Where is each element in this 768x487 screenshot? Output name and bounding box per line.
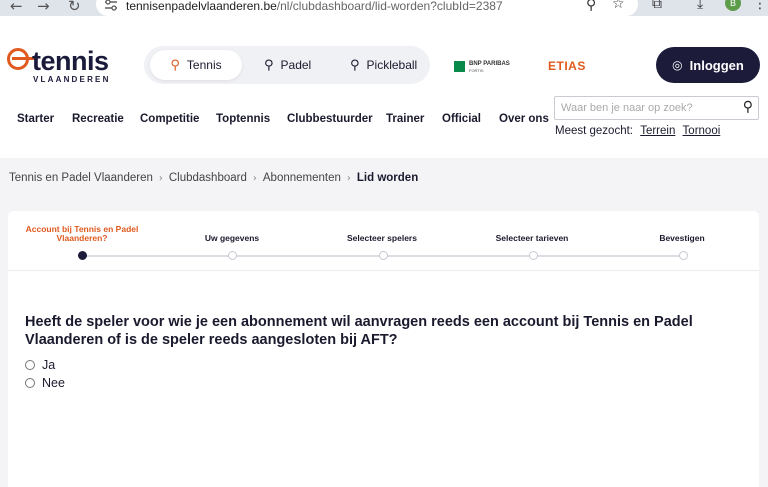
search-input[interactable] bbox=[561, 100, 733, 116]
menu-icon[interactable]: ⋮ bbox=[753, 0, 767, 12]
option-label: Ja bbox=[42, 358, 56, 372]
step-label-bevestigen: Bevestigen bbox=[659, 233, 705, 243]
sport-tab-pickleball[interactable]: ⚲ Pickleball bbox=[340, 50, 427, 80]
pickleball-icon: ⚲ bbox=[350, 57, 360, 73]
search-field: ⚲ bbox=[554, 96, 759, 120]
nav-item-recreatie[interactable]: Recreatie bbox=[72, 113, 124, 125]
chevron-right-icon: › bbox=[252, 173, 257, 184]
logo-sub: VLAANDEREN bbox=[33, 75, 111, 84]
extensions-icon[interactable]: ⧉ bbox=[652, 0, 662, 12]
site-header: tennis VLAANDEREN ⚲ Tennis ⚲ Padel ⚲ Pic… bbox=[0, 16, 768, 158]
step-dot-4 bbox=[529, 251, 538, 260]
sport-tab-tennis[interactable]: ⚲ Tennis bbox=[150, 50, 242, 80]
step-label-spelers: Selecteer spelers bbox=[347, 233, 417, 243]
nav-item-competitie[interactable]: Competitie bbox=[140, 113, 199, 125]
sponsor-logo-etias[interactable]: ETIAS bbox=[548, 59, 586, 73]
radio-nee[interactable] bbox=[25, 378, 35, 388]
sport-tab-label: Tennis bbox=[186, 58, 222, 72]
sponsor-logo-bnp[interactable]: BNP PARIBAS FORTIS bbox=[454, 61, 510, 73]
chevron-right-icon: › bbox=[346, 173, 351, 184]
step-label-gegevens: Uw gegevens bbox=[204, 233, 260, 243]
logo-mark bbox=[7, 48, 38, 70]
nav-item-official[interactable]: Official bbox=[442, 113, 481, 125]
sport-switcher: ⚲ Tennis ⚲ Padel ⚲ Pickleball bbox=[144, 46, 430, 84]
step-dot-3 bbox=[379, 251, 388, 260]
bnp-mark bbox=[454, 61, 465, 72]
logo-word: tennis bbox=[32, 46, 109, 76]
popular-label: Meest gezocht: bbox=[555, 125, 633, 137]
reload-icon[interactable]: ↻ bbox=[68, 0, 81, 15]
breadcrumb: Tennis en Padel Vlaanderen › Clubdashboa… bbox=[9, 172, 418, 186]
site-info-icon[interactable] bbox=[104, 0, 118, 11]
tennis-racket-icon: ⚲ bbox=[170, 57, 180, 73]
popular-searches: Meest gezocht: Terrein Tornooi bbox=[555, 125, 720, 137]
bookmark-star-icon[interactable]: ☆ bbox=[612, 0, 625, 12]
step-dot-1 bbox=[78, 251, 87, 260]
progress-stepper: Account bij Tennis en Padel Vlaanderen? … bbox=[8, 211, 759, 271]
nav-item-over-ons[interactable]: Over ons bbox=[499, 113, 549, 125]
breadcrumb-current: Lid worden bbox=[356, 172, 419, 184]
step-label-account: Account bij Tennis en Padel Vlaanderen? bbox=[25, 224, 139, 243]
padel-icon: ⚲ bbox=[264, 57, 274, 73]
breadcrumb-item[interactable]: Clubdashboard bbox=[169, 172, 247, 186]
nav-item-trainer[interactable]: Trainer bbox=[386, 113, 424, 125]
user-icon: ◎ bbox=[672, 58, 683, 72]
popular-link-tornooi[interactable]: Tornooi bbox=[683, 125, 721, 137]
step-label-tarieven: Selecteer tarieven bbox=[495, 233, 569, 243]
option-nee[interactable]: Nee bbox=[25, 376, 65, 390]
nav-item-toptennis[interactable]: Toptennis bbox=[216, 113, 270, 125]
sport-tab-padel[interactable]: ⚲ Padel bbox=[254, 50, 321, 80]
profile-avatar[interactable]: B bbox=[725, 0, 741, 11]
login-label: Inloggen bbox=[689, 57, 744, 73]
form-card: Account bij Tennis en Padel Vlaanderen? … bbox=[8, 211, 759, 487]
breadcrumb-item[interactable]: Tennis en Padel Vlaanderen bbox=[9, 172, 153, 186]
breadcrumb-item[interactable]: Abonnementen bbox=[263, 172, 341, 186]
back-icon[interactable]: ← bbox=[10, 0, 23, 15]
nav-item-starter[interactable]: Starter bbox=[17, 113, 54, 125]
download-icon[interactable]: ⤓ bbox=[697, 0, 703, 12]
step-dot-2 bbox=[228, 251, 237, 260]
nav-item-clubbestuurder[interactable]: Clubbestuurder bbox=[287, 113, 373, 125]
browser-toolbar: ← → ↻ tennisenpadelvlaanderen.be/nl/club… bbox=[0, 0, 768, 16]
option-label: Nee bbox=[42, 376, 65, 390]
site-logo[interactable]: tennis VLAANDEREN bbox=[7, 46, 123, 86]
search-icon[interactable]: ⚲ bbox=[743, 99, 753, 115]
sport-tab-label: Padel bbox=[280, 58, 312, 72]
url-text: tennisenpadelvlaanderen.be/nl/clubdashbo… bbox=[126, 0, 503, 13]
popular-link-terrein[interactable]: Terrein bbox=[640, 125, 675, 137]
address-bar[interactable]: tennisenpadelvlaanderen.be/nl/clubdashbo… bbox=[96, 0, 638, 16]
forward-icon[interactable]: → bbox=[37, 0, 50, 15]
chevron-right-icon: › bbox=[158, 173, 163, 184]
question-title: Heeft de speler voor wie je een abonneme… bbox=[25, 314, 693, 348]
login-button[interactable]: ◎ Inloggen bbox=[656, 47, 760, 83]
zoom-icon[interactable]: ⚲ bbox=[586, 0, 596, 13]
sponsor-name: BNP PARIBAS bbox=[469, 61, 510, 67]
step-dot-5 bbox=[679, 251, 688, 260]
sport-tab-label: Pickleball bbox=[366, 58, 418, 72]
radio-ja[interactable] bbox=[25, 360, 35, 370]
option-ja[interactable]: Ja bbox=[25, 358, 55, 372]
sponsor-sub: FORTIS bbox=[469, 68, 484, 73]
